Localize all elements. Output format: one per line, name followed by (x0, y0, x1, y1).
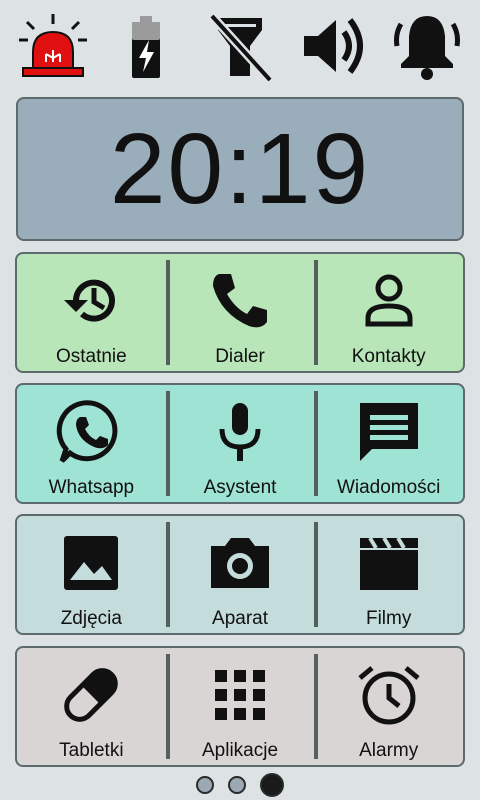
tile-dialer[interactable]: Dialer (165, 254, 315, 371)
tile-photos[interactable]: Zdjęcia (17, 516, 166, 633)
tile-label: Whatsapp (48, 477, 135, 498)
tile-label: Zdjęcia (60, 608, 122, 629)
tile-label: Ostatnie (55, 346, 127, 367)
tile-label: Filmy (365, 608, 412, 629)
tile-label: Tabletki (59, 740, 124, 761)
tile-alarms[interactable]: Alarmy (314, 648, 463, 765)
tile-row-media: Zdjęcia Aparat Filmy (15, 514, 465, 635)
tile-assistant[interactable]: Asystent (165, 385, 315, 502)
tile-recent[interactable]: Ostatnie (17, 254, 166, 371)
tile-contacts[interactable]: Kontakty (314, 254, 463, 371)
tile-messages[interactable]: Wiadomości (314, 385, 463, 502)
tile-movies[interactable]: Filmy (314, 516, 463, 633)
flashlight-off-icon[interactable] (202, 8, 278, 84)
bell-icon[interactable] (389, 8, 465, 84)
phone-icon (213, 274, 267, 328)
battery-charging-icon (108, 8, 184, 84)
microphone-icon (219, 403, 261, 461)
tile-row-tools: Tabletki Aplikacje Alarmy (15, 646, 465, 767)
volume-icon[interactable] (296, 8, 372, 84)
apps-grid-icon (215, 670, 265, 720)
page-dot[interactable] (196, 776, 214, 794)
tile-label: Aplikacje (201, 740, 279, 761)
page-indicator (0, 771, 480, 799)
tile-row-communication: Whatsapp Asystent Wiadomości (15, 383, 465, 504)
pill-icon (64, 668, 119, 722)
person-icon (365, 274, 413, 327)
tile-label: Wiadomości (336, 477, 441, 498)
camera-icon (211, 538, 269, 588)
clock-time: 20:19 (109, 113, 371, 225)
tile-label: Aparat (212, 608, 268, 629)
message-icon (359, 403, 418, 461)
image-icon (64, 536, 119, 590)
tile-whatsapp[interactable]: Whatsapp (17, 385, 166, 502)
clapperboard-icon (359, 536, 418, 590)
page-dot-active[interactable] (260, 773, 284, 797)
alarm-siren-icon[interactable] (15, 8, 91, 84)
tile-label: Alarmy (359, 740, 419, 761)
alarm-clock-icon (358, 666, 420, 725)
history-icon (64, 279, 116, 322)
tile-apps[interactable]: Aplikacje (165, 648, 315, 765)
tile-camera[interactable]: Aparat (165, 516, 315, 633)
tile-label: Kontakty (351, 346, 426, 367)
tile-label: Dialer (215, 346, 265, 367)
status-bar (0, 0, 480, 92)
tile-pills[interactable]: Tabletki (17, 648, 166, 765)
whatsapp-icon (57, 400, 118, 463)
tile-label: Asystent (203, 477, 277, 498)
page-dot[interactable] (228, 776, 246, 794)
tile-row-calls: Ostatnie Dialer Kontakty (15, 252, 465, 373)
clock-panel[interactable]: 20:19 (16, 97, 464, 241)
